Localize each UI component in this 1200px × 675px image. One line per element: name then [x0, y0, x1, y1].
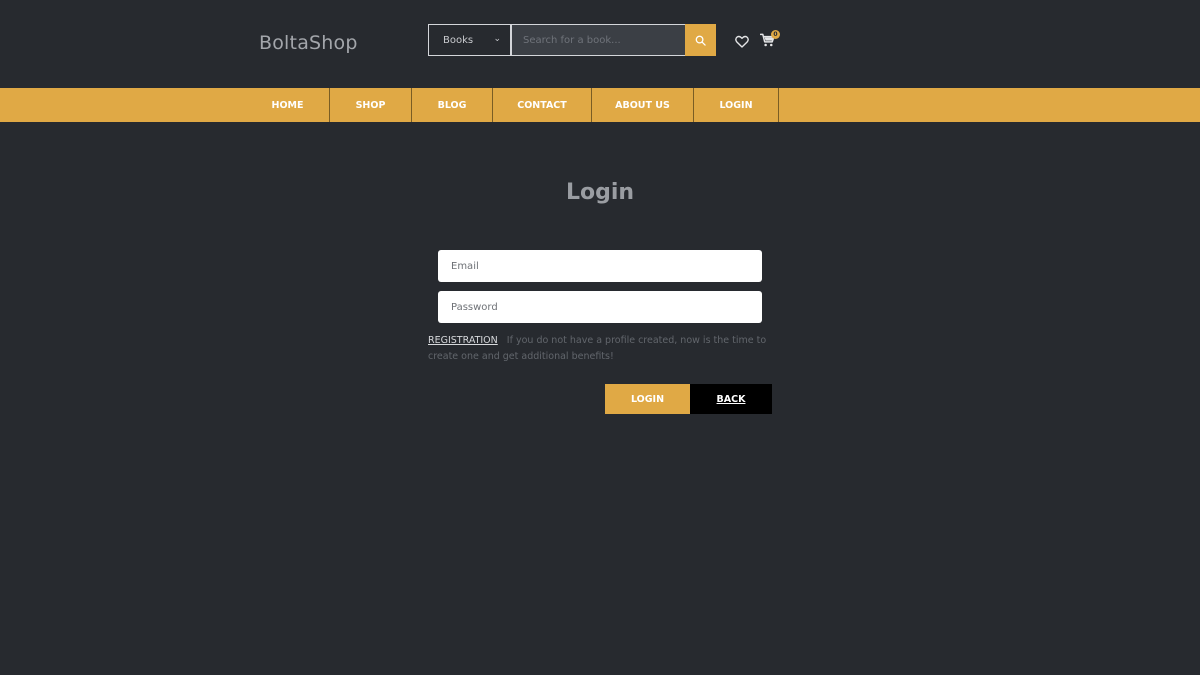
nav-item-about-us[interactable]: ABOUT US: [592, 88, 693, 122]
back-button[interactable]: BACK: [690, 384, 772, 414]
registration-link[interactable]: REGISTRATION: [428, 335, 498, 346]
category-select-value: Books: [443, 34, 474, 46]
nav-item-login[interactable]: LOGIN: [694, 88, 778, 122]
search-icon: [695, 35, 706, 46]
search-input[interactable]: Search for a book...: [510, 24, 685, 56]
main-nav: HOME SHOP BLOG CONTACT ABOUT US LOGIN: [0, 88, 1200, 122]
cart-count-badge: 0: [771, 30, 780, 39]
login-button[interactable]: LOGIN: [605, 384, 690, 414]
nav-divider: [778, 88, 779, 122]
nav-item-home[interactable]: HOME: [246, 88, 329, 122]
wishlist-button[interactable]: [735, 33, 749, 52]
heart-icon: [735, 35, 749, 48]
chevron-down-icon: ⌄: [493, 34, 501, 44]
site-logo[interactable]: BoltaShop: [259, 32, 358, 54]
nav-item-shop[interactable]: SHOP: [330, 88, 411, 122]
registration-note: REGISTRATION If you do not have a profil…: [428, 333, 768, 365]
search-bar: Books ⌄ Search for a book...: [428, 24, 716, 56]
nav-item-contact[interactable]: CONTACT: [493, 88, 591, 122]
email-field[interactable]: Email: [438, 250, 762, 282]
search-button[interactable]: [685, 24, 716, 56]
category-select[interactable]: Books ⌄: [428, 24, 510, 56]
site-header: BoltaShop Books ⌄ Search for a book... 0: [0, 0, 1200, 88]
page-title: Login: [565, 180, 635, 205]
password-field[interactable]: Password: [438, 291, 762, 323]
nav-item-blog[interactable]: BLOG: [412, 88, 492, 122]
